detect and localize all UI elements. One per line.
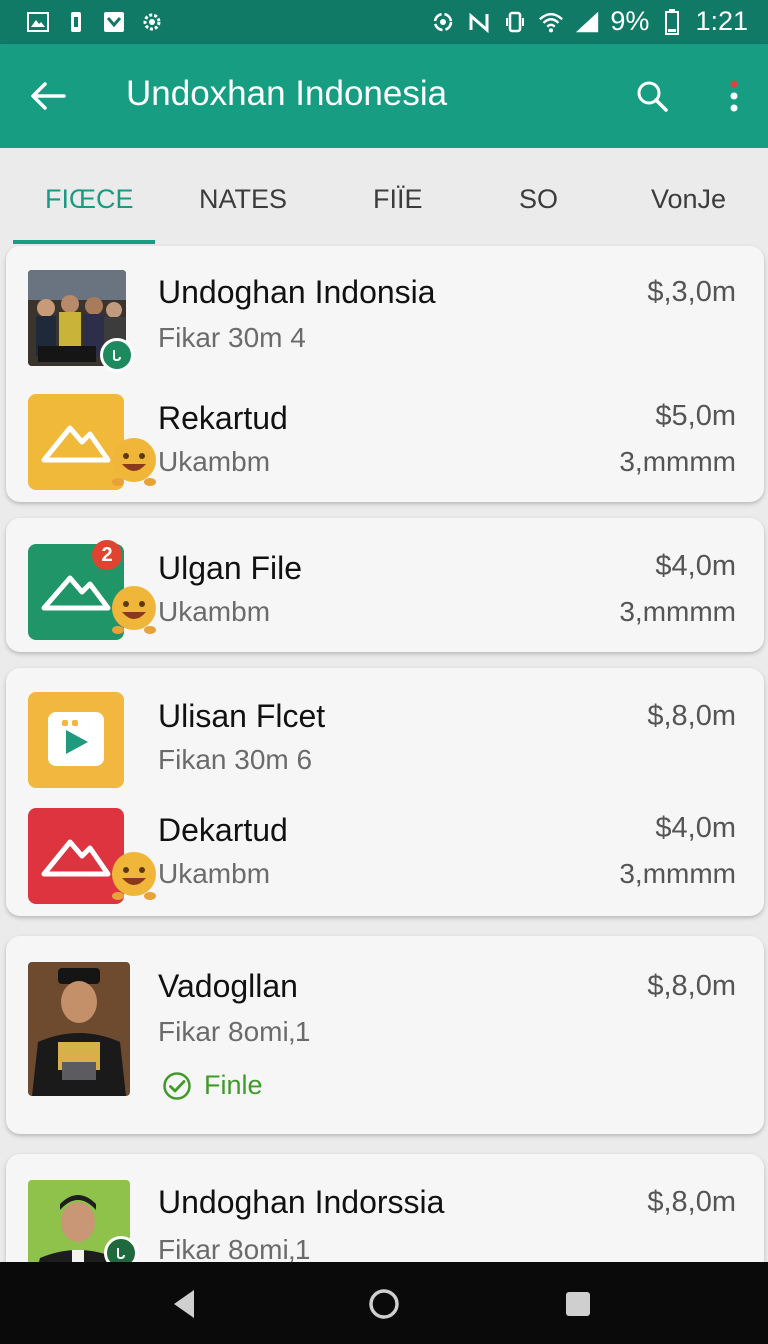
home-circle-icon[interactable]	[362, 1282, 406, 1326]
video-app-icon	[28, 692, 124, 788]
item-size: 3,mmmm	[619, 858, 736, 889]
list-item[interactable]: Dekartud Ukambm $4,0m 3,mmmm	[6, 784, 764, 916]
list-item[interactable]: Rekartud Ukambm $5,0m 3,mmmm	[6, 370, 764, 502]
item-subtitle: Fikan 30m 6	[158, 744, 313, 775]
item-name: Dekartud	[158, 812, 288, 848]
item-size: 3,mmmm	[619, 446, 736, 477]
item-name: Ulisan Flcet	[158, 698, 326, 734]
notification-badge: 2	[92, 540, 122, 570]
status-bar: 9% 1:21	[0, 0, 768, 44]
wifi-icon	[538, 9, 564, 35]
system-nav-bar	[0, 1262, 768, 1344]
recents-square-icon[interactable]	[556, 1282, 600, 1326]
portrait-thumbnail	[28, 962, 130, 1096]
search-icon[interactable]	[630, 74, 674, 118]
list-card: Vadogllan Fikar 8omi‚1 $,8,0m Finle	[6, 936, 764, 1134]
status-right: 9% 1:21	[430, 6, 748, 37]
list-item[interactable]: Vadogllan Fikar 8omi‚1 $,8,0m Finle	[6, 936, 764, 1134]
tab-bar: FIŒCE NATES FIÏE SO VonJe	[0, 148, 768, 244]
item-price: $,8,0m	[647, 970, 736, 1002]
signal-icon	[574, 9, 600, 35]
tab-notes[interactable]: NATES	[199, 184, 287, 215]
item-size: 3,mmmm	[619, 596, 736, 627]
status-label: Finle	[204, 1070, 263, 1100]
vibrate-icon	[502, 9, 528, 35]
emoji-sticker-icon	[108, 432, 160, 488]
item-name: Ulgan File	[158, 550, 303, 586]
sync-icon	[430, 9, 456, 35]
list-item[interactable]: Ulisan Flcet Fikan 30m 6 $,8,0m	[6, 668, 764, 788]
tab-indicator	[13, 240, 155, 244]
item-price: $5,0m	[655, 400, 736, 432]
list-card: Undoghan Indonsia Fikar 30m 4 $,3,0m Rek…	[6, 246, 764, 502]
app-bar: Undoxhan Indonesia	[0, 44, 768, 148]
mute-icon	[466, 9, 492, 35]
item-price: $,8,0m	[647, 1186, 736, 1218]
download-status: Finle	[162, 1070, 263, 1101]
item-price: $,3,0m	[647, 276, 736, 308]
item-subtitle: Ukambm	[158, 596, 271, 627]
check-circle-icon	[163, 1071, 191, 1100]
battery-icon	[659, 8, 685, 35]
tab-files[interactable]: FIŒCE	[45, 184, 134, 215]
settings-icon	[140, 10, 164, 34]
gallery-icon	[26, 10, 50, 34]
item-name: Rekartud	[158, 400, 288, 436]
item-subtitle: Fikar 30m 4	[158, 322, 306, 353]
item-subtitle: Fikar 8omi‚1	[158, 1016, 311, 1047]
back-triangle-icon[interactable]	[162, 1282, 206, 1326]
sync-badge-icon	[100, 338, 134, 372]
list-item[interactable]: 2 Ulgan File Ukambm $4,0m 3,mmmm	[6, 518, 764, 652]
back-arrow-icon[interactable]	[26, 74, 70, 118]
item-price: $4,0m	[655, 550, 736, 582]
app-bar-title: Undoxhan Indonesia	[126, 74, 448, 113]
item-name: Undoghan Indonsia	[158, 274, 436, 310]
download-check-icon	[102, 10, 126, 34]
more-options-icon[interactable]	[714, 74, 754, 118]
list-card: 2 Ulgan File Ukambm $4,0m 3,mmmm	[6, 518, 764, 652]
battery-percent: 9%	[610, 6, 650, 36]
status-left-icons	[26, 10, 164, 34]
list-item[interactable]: Undoghan Indonsia Fikar 30m 4 $,3,0m	[6, 246, 764, 372]
sim-icon	[64, 10, 88, 34]
tab-vonje[interactable]: VonJe	[651, 184, 726, 215]
emoji-sticker-icon	[108, 580, 160, 636]
item-price: $4,0m	[655, 812, 736, 844]
clock: 1:21	[695, 6, 748, 36]
list-card: Ulisan Flcet Fikan 30m 6 $,8,0m Dekartud…	[6, 668, 764, 916]
item-subtitle: Ukambm	[158, 858, 271, 889]
item-subtitle: Ukambm	[158, 446, 271, 477]
emoji-sticker-icon	[108, 846, 160, 902]
item-name: Undoghan Indorssia	[158, 1184, 445, 1220]
item-price: $,8,0m	[647, 700, 736, 732]
tab-file[interactable]: FIÏE	[373, 184, 423, 215]
item-name: Vadogllan	[158, 968, 298, 1004]
tab-so[interactable]: SO	[519, 184, 558, 215]
